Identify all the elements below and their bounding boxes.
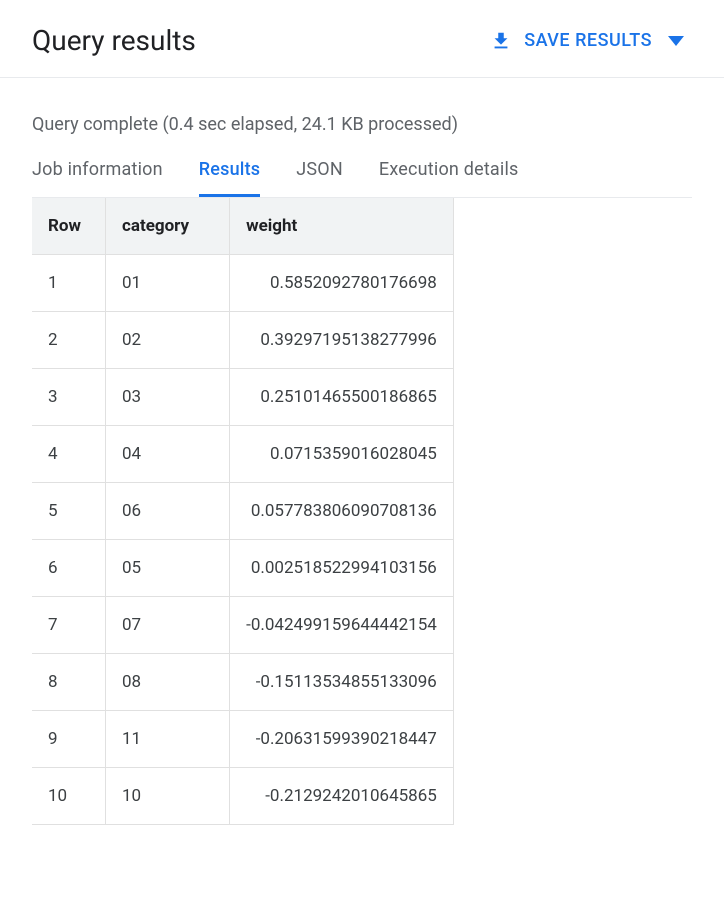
- cell-weight: 0.39297195138277996: [230, 312, 454, 369]
- cell-row: 6: [32, 540, 105, 597]
- table-header-row: Row category weight: [32, 198, 453, 255]
- cell-weight: -0.2129242010645865: [230, 768, 454, 825]
- column-header-row[interactable]: Row: [32, 198, 105, 255]
- cell-row: 8: [32, 654, 105, 711]
- tab-job-information[interactable]: Job information: [32, 159, 163, 197]
- cell-weight: 0.057783806090708136: [230, 483, 454, 540]
- table-row: 3 03 0.25101465500186865: [32, 369, 453, 426]
- table-row: 8 08 -0.15113534855133096: [32, 654, 453, 711]
- download-icon: [490, 30, 512, 52]
- cell-weight: 0.002518522994103156: [230, 540, 454, 597]
- dropdown-arrow-icon: [668, 36, 684, 46]
- table-row: 6 05 0.002518522994103156: [32, 540, 453, 597]
- cell-category: 11: [105, 711, 229, 768]
- table-row: 2 02 0.39297195138277996: [32, 312, 453, 369]
- table-row: 4 04 0.0715359016028045: [32, 426, 453, 483]
- cell-category: 08: [105, 654, 229, 711]
- column-header-weight[interactable]: weight: [230, 198, 454, 255]
- table-row: 10 10 -0.2129242010645865: [32, 768, 453, 825]
- table-row: 5 06 0.057783806090708136: [32, 483, 453, 540]
- page-title: Query results: [32, 24, 196, 57]
- table-row: 1 01 0.5852092780176698: [32, 255, 453, 312]
- cell-category: 02: [105, 312, 229, 369]
- cell-row: 2: [32, 312, 105, 369]
- cell-row: 1: [32, 255, 105, 312]
- table-row: 9 11 -0.20631599390218447: [32, 711, 453, 768]
- cell-row: 10: [32, 768, 105, 825]
- save-results-button[interactable]: SAVE RESULTS: [482, 26, 692, 56]
- cell-weight: -0.042499159644442154: [230, 597, 454, 654]
- cell-category: 07: [105, 597, 229, 654]
- cell-row: 5: [32, 483, 105, 540]
- cell-weight: -0.15113534855133096: [230, 654, 454, 711]
- content: Query complete (0.4 sec elapsed, 24.1 KB…: [0, 78, 724, 825]
- column-header-category[interactable]: category: [105, 198, 229, 255]
- tab-execution-details[interactable]: Execution details: [379, 159, 519, 197]
- cell-row: 9: [32, 711, 105, 768]
- query-status: Query complete (0.4 sec elapsed, 24.1 KB…: [32, 114, 692, 135]
- cell-category: 05: [105, 540, 229, 597]
- tabs: Job information Results JSON Execution d…: [32, 159, 692, 198]
- table-row: 7 07 -0.042499159644442154: [32, 597, 453, 654]
- cell-category: 06: [105, 483, 229, 540]
- cell-category: 10: [105, 768, 229, 825]
- header: Query results SAVE RESULTS: [0, 0, 724, 78]
- cell-row: 7: [32, 597, 105, 654]
- cell-weight: 0.0715359016028045: [230, 426, 454, 483]
- cell-weight: -0.20631599390218447: [230, 711, 454, 768]
- tab-results[interactable]: Results: [199, 159, 261, 197]
- cell-category: 01: [105, 255, 229, 312]
- tab-json[interactable]: JSON: [296, 159, 343, 197]
- cell-category: 04: [105, 426, 229, 483]
- cell-category: 03: [105, 369, 229, 426]
- cell-weight: 0.25101465500186865: [230, 369, 454, 426]
- cell-row: 4: [32, 426, 105, 483]
- cell-row: 3: [32, 369, 105, 426]
- save-results-label: SAVE RESULTS: [524, 30, 652, 51]
- cell-weight: 0.5852092780176698: [230, 255, 454, 312]
- results-table: Row category weight 1 01 0.5852092780176…: [32, 198, 454, 825]
